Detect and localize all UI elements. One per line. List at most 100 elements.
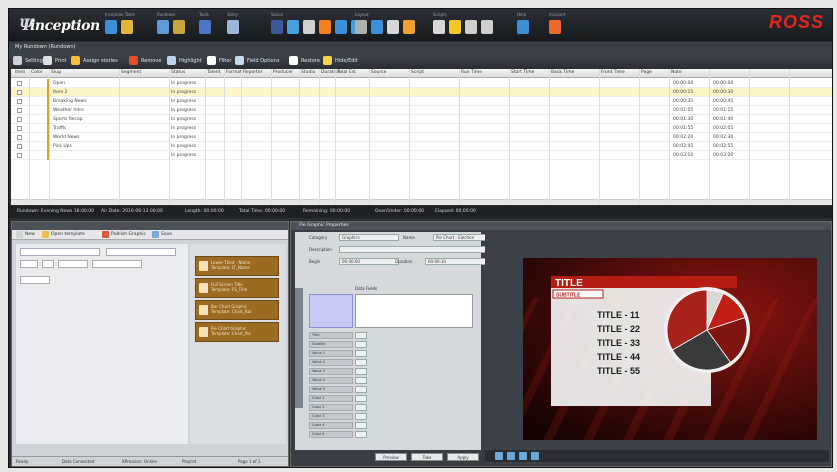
column-header[interactable]: Status (171, 70, 185, 75)
data-field-value[interactable] (355, 332, 367, 339)
toolbar-button-icon[interactable] (121, 20, 133, 34)
toolbar-button-icon[interactable] (481, 20, 493, 34)
rundown-toolbar-button[interactable]: Settings (13, 55, 46, 66)
column-header[interactable]: Producer (273, 70, 293, 75)
rundown-toolbar-button[interactable]: Highlight (167, 55, 202, 66)
rundown-toolbar-button[interactable]: Assign stories (71, 55, 118, 66)
column-header[interactable]: Script (411, 70, 424, 75)
template-card[interactable]: Lower Third - Name Template: LT_Name (195, 256, 279, 276)
row-checkbox[interactable] (17, 135, 22, 140)
data-field-row[interactable]: Value 5 (309, 386, 353, 393)
rundown-toolbar-button[interactable]: Print (43, 55, 67, 66)
toolbar-button-icon[interactable] (403, 20, 415, 34)
field-value-textarea[interactable] (355, 294, 473, 328)
column-header[interactable]: Source (371, 70, 386, 75)
column-header[interactable]: Talent (207, 70, 220, 75)
template-toolbar-button[interactable]: Open template (42, 231, 85, 238)
data-field-row[interactable]: Color 4 (309, 422, 353, 429)
toolbar-button-icon[interactable] (271, 20, 283, 34)
keyword-field[interactable] (58, 260, 88, 268)
template-card[interactable]: Full Screen Title Template: FS_Title (195, 278, 279, 298)
column-header[interactable]: Color (31, 70, 43, 75)
data-field-value[interactable] (355, 341, 367, 348)
scope-field[interactable] (20, 276, 50, 284)
data-field-value[interactable] (355, 350, 367, 357)
category-field[interactable] (20, 260, 38, 268)
data-field-row[interactable]: Value 4 (309, 377, 353, 384)
template-toolbar-button[interactable]: Publish Graphic (102, 231, 146, 238)
toolbar-button-icon[interactable] (433, 20, 445, 34)
column-header[interactable]: Format (226, 70, 242, 75)
column-header[interactable]: Note (671, 70, 682, 75)
property-button[interactable]: Preview (375, 453, 407, 461)
filter-field[interactable] (106, 248, 176, 256)
column-header[interactable]: Back Time (551, 70, 574, 75)
row-checkbox[interactable] (17, 126, 22, 131)
data-field-value[interactable] (355, 368, 367, 375)
rundown-toolbar-button[interactable]: Hide/Edit (323, 55, 358, 66)
property-button[interactable]: Apply (447, 453, 479, 461)
data-field-row[interactable]: Subtitle (309, 341, 353, 348)
selected-field-block[interactable] (309, 294, 353, 328)
property-button[interactable]: Take (411, 453, 443, 461)
field-input[interactable]: 00:00:00 (339, 258, 399, 265)
data-field-value[interactable] (355, 386, 367, 393)
field-editor-vertical-tab[interactable] (295, 288, 303, 408)
toolbar-button-icon[interactable] (465, 20, 477, 34)
data-field-row[interactable]: Value 3 (309, 368, 353, 375)
row-checkbox[interactable] (17, 144, 22, 149)
toolbar-button-icon[interactable] (371, 20, 383, 34)
column-header[interactable]: Reporter (243, 70, 263, 75)
column-header[interactable]: Slug (51, 70, 61, 75)
row-checkbox[interactable] (17, 81, 22, 86)
data-field-row[interactable]: Title (309, 332, 353, 339)
row-checkbox[interactable] (17, 108, 22, 113)
data-field-value[interactable] (355, 377, 367, 384)
data-field-row[interactable]: Value 1 (309, 350, 353, 357)
template-card[interactable]: Bar Chart Graphic Template: Chart_Bar (195, 300, 279, 320)
rundown-toolbar-button[interactable]: Remove (129, 55, 161, 66)
column-header[interactable]: Front Time (601, 70, 625, 75)
row-checkbox[interactable] (17, 99, 22, 104)
preview-control-button[interactable] (531, 452, 539, 460)
preview-control-button[interactable] (507, 452, 515, 460)
tag-field[interactable] (92, 260, 142, 268)
data-field-value[interactable] (355, 422, 367, 429)
toolbar-button-icon[interactable] (335, 20, 347, 34)
field-input[interactable] (339, 246, 493, 253)
data-field-value[interactable] (355, 395, 367, 402)
column-header[interactable]: Page (641, 70, 652, 75)
row-checkbox[interactable] (17, 153, 22, 158)
toolbar-button-icon[interactable] (105, 20, 117, 34)
template-toolbar-button[interactable]: Save (152, 231, 172, 238)
search-input[interactable] (20, 248, 100, 256)
data-field-value[interactable] (355, 431, 367, 438)
data-field-row[interactable]: Value 2 (309, 359, 353, 366)
rundown-toolbar-button[interactable]: Field Options (235, 55, 279, 66)
template-toolbar-button[interactable]: New (16, 231, 35, 238)
column-header[interactable]: Start Time (511, 70, 534, 75)
data-field-row[interactable]: Color 5 (309, 431, 353, 438)
column-header[interactable]: Studio (301, 70, 315, 75)
toolbar-button-icon[interactable] (227, 20, 239, 34)
column-header[interactable]: Total Est (337, 70, 356, 75)
data-field-row[interactable]: Color 2 (309, 404, 353, 411)
toolbar-button-icon[interactable] (319, 20, 331, 34)
toolbar-button-icon[interactable] (387, 20, 399, 34)
toolbar-button-icon[interactable] (303, 20, 315, 34)
rundown-toolbar-button[interactable]: Filter (207, 55, 231, 66)
template-card[interactable]: Pie Chart Graphic Template: Chart_Pie (195, 322, 279, 342)
column-header[interactable]: Item (15, 70, 25, 75)
toolbar-button-icon[interactable] (173, 20, 185, 34)
toolbar-button-icon[interactable] (199, 20, 211, 34)
data-field-row[interactable]: Color 1 (309, 395, 353, 402)
data-field-value[interactable] (355, 413, 367, 420)
data-field-value[interactable] (355, 404, 367, 411)
toolbar-button-icon[interactable] (287, 20, 299, 34)
column-header[interactable]: Run Time (461, 70, 482, 75)
toolbar-button-icon[interactable] (449, 20, 461, 34)
toolbar-button-icon[interactable] (157, 20, 169, 34)
row-checkbox[interactable] (17, 117, 22, 122)
field-input[interactable]: Graphics (339, 234, 399, 241)
row-checkbox[interactable] (17, 90, 22, 95)
